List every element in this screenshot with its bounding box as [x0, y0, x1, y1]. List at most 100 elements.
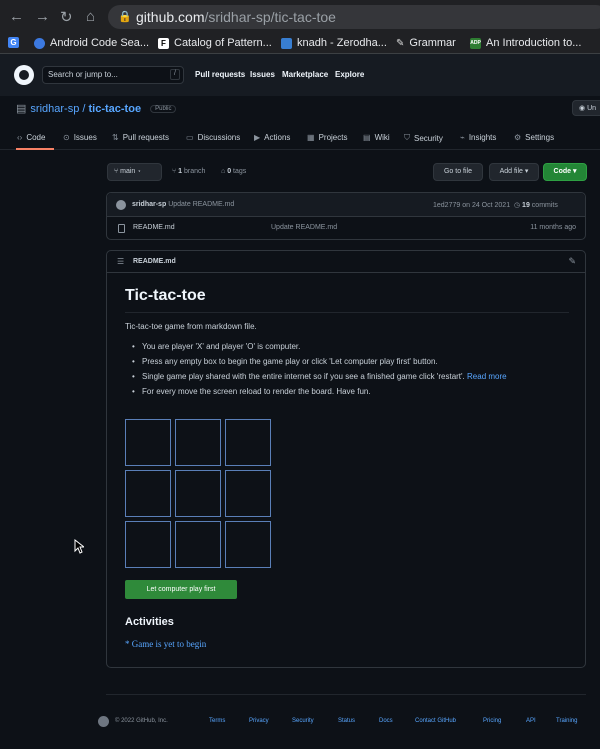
let-computer-play-first-button[interactable]: Let computer play first [125, 580, 237, 599]
github-logo-icon[interactable] [14, 65, 34, 85]
browser-toolbar: ← → ↻ ⌂ 🔒 github.com/sridhar-sp/tic-tac-… [0, 0, 600, 34]
tab-projects[interactable]: ▦ Projects [307, 133, 347, 142]
add-file-button[interactable]: Add file ▾ [489, 163, 539, 181]
nav-explore[interactable]: Explore [335, 70, 364, 79]
repo-name-link[interactable]: tic-tac-toe [89, 103, 142, 115]
tab-security[interactable]: ⛉ Security [404, 133, 443, 143]
commit-sha[interactable]: 1ed2779 [433, 202, 460, 209]
forward-arrow-icon[interactable]: → [35, 8, 50, 25]
nav-marketplace[interactable]: Marketplace [282, 70, 328, 79]
tab-label: Issues [73, 133, 97, 142]
github-header: Search or jump to... / Pull requests Iss… [0, 54, 600, 96]
bookmark-zerodha[interactable]: knadh - Zerodha... [281, 37, 387, 49]
go-to-file-button[interactable]: Go to file [433, 163, 483, 181]
readme-intro: Tic-tac-toe game from markdown file. [125, 322, 257, 331]
repo-icon: ▤ [16, 103, 27, 115]
footer-link-docs[interactable]: Docs [379, 718, 393, 724]
tab-label: Insights [468, 133, 497, 142]
footer-link-contact[interactable]: Contact GitHub [415, 718, 456, 724]
active-tab-indicator [16, 148, 54, 150]
footer-link-pricing[interactable]: Pricing [483, 718, 501, 724]
pencil-icon[interactable]: ✎ [568, 256, 576, 267]
tab-discussions[interactable]: ▭ Discussions [186, 133, 240, 142]
bookmark-grammar[interactable]: ✎ Grammar [396, 37, 456, 49]
github-logo-icon[interactable] [98, 716, 109, 727]
divider [125, 312, 569, 313]
bookmark-android[interactable]: Android Code Sea... [34, 37, 149, 49]
board-cell[interactable] [125, 419, 171, 466]
repo-title: ▤ sridhar-sp / tic-tac-toe Public [16, 102, 177, 115]
tab-actions[interactable]: ▶ Actions [254, 133, 290, 142]
footer-link-privacy[interactable]: Privacy [249, 718, 269, 724]
search-input[interactable]: Search or jump to... / [42, 66, 184, 84]
board-cell[interactable] [225, 470, 271, 517]
zerodha-icon [281, 37, 292, 49]
read-more-link[interactable]: Read more [467, 372, 507, 381]
reload-icon[interactable]: ↻ [60, 8, 73, 26]
watch-button[interactable]: ◉ Un [572, 100, 600, 116]
f-icon: F [158, 37, 169, 49]
issue-icon: ⊙ [63, 133, 70, 142]
board-cell[interactable] [125, 470, 171, 517]
tab-issues[interactable]: ⊙ Issues [63, 133, 97, 142]
tab-code[interactable]: ‹› Code [17, 133, 45, 142]
file-age: 11 months ago [530, 224, 576, 231]
code-button-label: Code [553, 168, 572, 175]
commit-message[interactable]: Update README.md [168, 201, 234, 208]
footer-link-terms[interactable]: Terms [209, 718, 225, 724]
footer-copyright: © 2022 GitHub, Inc. [115, 718, 168, 724]
tab-wiki[interactable]: ▤ Wiki [363, 133, 390, 142]
tab-label: Code [26, 133, 46, 142]
visibility-badge: Public [150, 105, 177, 114]
repo-owner-link[interactable]: sridhar-sp [30, 103, 79, 115]
avatar[interactable] [116, 200, 126, 210]
address-bar[interactable]: 🔒 github.com/sridhar-sp/tic-tac-toe [108, 5, 600, 29]
file-icon [118, 224, 125, 233]
footer-link-security[interactable]: Security [292, 718, 314, 724]
nav-pull-requests[interactable]: Pull requests [195, 70, 245, 79]
bookmark-catalog[interactable]: F Catalog of Pattern... [158, 37, 272, 49]
tags-link[interactable]: ⌂ 0 tags [221, 168, 246, 175]
caret-down-icon: ▾ [135, 168, 142, 175]
table-row[interactable]: README.md Update README.md 11 months ago [107, 217, 585, 240]
footer-link-status[interactable]: Status [338, 718, 355, 724]
tab-settings[interactable]: ⚙ Settings [514, 133, 554, 142]
file-commit-message[interactable]: Update README.md [271, 224, 337, 231]
tab-label: Pull requests [122, 133, 169, 142]
board-cell[interactable] [225, 521, 271, 568]
footer-divider [106, 694, 586, 695]
commit-count-word[interactable]: commits [532, 202, 558, 209]
branches-link[interactable]: ⑂ 1 branch [172, 168, 205, 175]
board-cell[interactable] [175, 521, 221, 568]
home-icon[interactable]: ⌂ [86, 8, 95, 25]
footer-link-api[interactable]: API [526, 718, 536, 724]
table-icon: ▦ [307, 133, 315, 142]
code-button[interactable]: Code ▾ [543, 163, 587, 181]
bookmark-label: knadh - Zerodha... [297, 37, 387, 49]
file-browser: sridhar-sp Update README.md 1ed2779 on 2… [106, 192, 586, 240]
footer-link-training[interactable]: Training [556, 718, 577, 724]
back-arrow-icon[interactable]: ← [9, 8, 24, 25]
repo-tabs: ‹› Code ⊙ Issues ⇅ Pull requests ▭ Discussio… [0, 128, 600, 150]
board-cell[interactable] [225, 419, 271, 466]
list-icon[interactable]: ☰ [117, 257, 124, 266]
add-file-label: Add file [499, 168, 523, 175]
bookmark-introduction[interactable]: ADP An Introduction to... [470, 37, 581, 49]
pull-request-icon: ⇅ [112, 133, 119, 142]
board-cell[interactable] [175, 470, 221, 517]
tab-pull-requests[interactable]: ⇅ Pull requests [112, 133, 169, 142]
board-cell[interactable] [175, 419, 221, 466]
commit-count[interactable]: 19 [522, 202, 530, 209]
readme-panel: ☰ README.md ✎ Tic-tac-toe Tic-tac-toe ga… [106, 250, 586, 668]
readme-title: Tic-tac-toe [125, 287, 206, 304]
translate-icon[interactable]: G [8, 37, 19, 48]
branch-select-button[interactable]: ⑂ main ▾ [107, 163, 162, 181]
tab-insights[interactable]: ⌁ Insights [460, 133, 496, 142]
file-name[interactable]: README.md [133, 224, 175, 231]
commit-author[interactable]: sridhar-sp [132, 201, 166, 208]
tic-tac-toe-board [125, 419, 272, 568]
tab-label: Wiki [374, 133, 390, 142]
nav-issues[interactable]: Issues [250, 70, 275, 79]
board-cell[interactable] [125, 521, 171, 568]
branch-word: branch [184, 168, 206, 175]
